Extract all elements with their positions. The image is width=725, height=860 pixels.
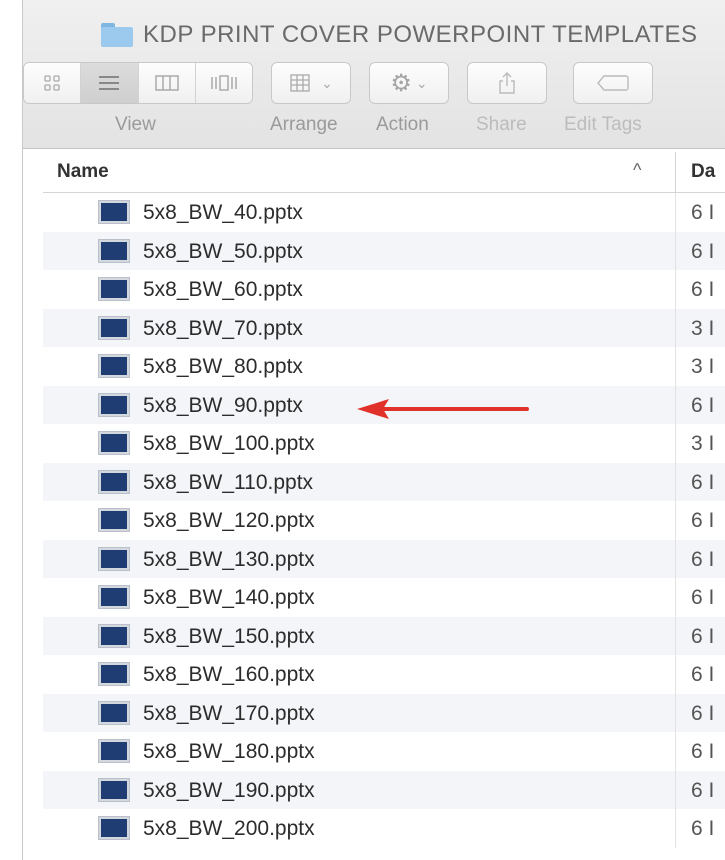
pptx-file-icon	[99, 740, 129, 762]
file-list: 5x8_BW_40.pptx 6 I 5x8_BW_50.pptx 6 I 5x8_…	[43, 193, 725, 848]
file-date: 6 I	[691, 817, 715, 840]
file-date: 6 I	[691, 393, 715, 417]
file-name: 5x8_BW_70.pptx	[143, 316, 303, 340]
arrange-label: Arrange	[270, 114, 338, 135]
pptx-file-icon	[99, 586, 129, 608]
file-date: 6 I	[691, 778, 715, 802]
pptx-file-icon	[99, 817, 129, 839]
file-name: 5x8_BW_150.pptx	[143, 624, 315, 648]
pptx-file-icon	[99, 470, 129, 493]
file-name: 5x8_BW_50.pptx	[143, 239, 303, 263]
file-name: 5x8_BW_160.pptx	[143, 663, 315, 686]
file-date: 6 I	[691, 624, 715, 648]
file-date: 6 I	[691, 470, 715, 494]
file-date: 6 I	[691, 509, 715, 532]
icon-view-icon[interactable]	[24, 63, 82, 103]
chevron-down-icon: ⌄	[415, 74, 428, 91]
column-header: Name ^ Da	[43, 152, 725, 193]
table-row[interactable]: 5x8_BW_160.pptx 6 I	[43, 655, 725, 694]
file-name: 5x8_BW_130.pptx	[143, 547, 315, 571]
file-date: 6 I	[691, 740, 715, 763]
chevron-down-icon: ⌄	[321, 74, 333, 91]
pptx-file-icon	[99, 355, 129, 377]
share-icon	[499, 72, 515, 94]
edit-tags-label: Edit Tags	[564, 114, 642, 135]
pptx-file-icon	[99, 393, 129, 416]
column-view-icon[interactable]	[138, 63, 196, 103]
sort-ascending-icon[interactable]: ^	[633, 160, 641, 181]
finder-window: KDP PRINT COVER POWERPOINT TEMPLATES Vie…	[22, 0, 725, 860]
file-date: 6 I	[691, 663, 715, 686]
arrange-icon	[290, 74, 310, 92]
file-name: 5x8_BW_60.pptx	[143, 278, 303, 301]
table-row[interactable]: 5x8_BW_100.pptx 3 I	[43, 424, 725, 463]
view-label: View	[115, 114, 156, 135]
pptx-file-icon	[99, 239, 129, 262]
file-name: 5x8_BW_110.pptx	[143, 470, 314, 494]
list-view-icon[interactable]	[81, 63, 139, 103]
action-label: Action	[376, 114, 429, 135]
share-button[interactable]	[467, 62, 547, 104]
pptx-file-icon	[99, 201, 129, 223]
file-date: 3 I	[691, 432, 715, 455]
file-name: 5x8_BW_120.pptx	[143, 509, 315, 532]
file-name: 5x8_BW_140.pptx	[143, 586, 315, 609]
file-name: 5x8_BW_170.pptx	[143, 701, 315, 725]
table-row[interactable]: 5x8_BW_110.pptx 6 I	[43, 462, 725, 501]
table-row[interactable]: 5x8_BW_190.pptx 6 I	[43, 770, 725, 809]
file-date: 6 I	[691, 586, 715, 609]
table-row[interactable]: 5x8_BW_150.pptx 6 I	[43, 616, 725, 655]
pptx-file-icon	[99, 432, 129, 454]
file-name: 5x8_BW_200.pptx	[143, 817, 315, 840]
window-title-text: KDP PRINT COVER POWERPOINT TEMPLATES	[143, 21, 698, 48]
date-column-header[interactable]: Da	[691, 161, 715, 183]
file-name: 5x8_BW_90.pptx	[143, 393, 303, 417]
action-button[interactable]: ⚙ ⌄	[369, 62, 449, 104]
file-date: 6 I	[691, 278, 715, 301]
file-name: 5x8_BW_190.pptx	[143, 778, 315, 802]
table-row[interactable]: 5x8_BW_200.pptx 6 I	[43, 809, 725, 848]
cover-flow-view-icon[interactable]	[195, 63, 252, 103]
share-label: Share	[476, 114, 527, 135]
toolbar: KDP PRINT COVER POWERPOINT TEMPLATES Vie…	[23, 0, 725, 149]
table-row[interactable]: 5x8_BW_170.pptx 6 I	[43, 693, 725, 732]
file-name: 5x8_BW_100.pptx	[143, 432, 315, 455]
column-divider[interactable]	[675, 152, 676, 192]
file-name: 5x8_BW_80.pptx	[143, 355, 303, 378]
file-date: 6 I	[691, 201, 715, 224]
file-date: 3 I	[691, 316, 715, 340]
annotation-arrow-icon	[357, 399, 529, 419]
file-date: 6 I	[691, 547, 715, 571]
table-row[interactable]: 5x8_BW_70.pptx 3 I	[43, 308, 725, 347]
table-row[interactable]: 5x8_BW_40.pptx 6 I	[43, 193, 725, 232]
pptx-file-icon	[99, 316, 129, 339]
file-date: 6 I	[691, 701, 715, 725]
table-row[interactable]: 5x8_BW_80.pptx 3 I	[43, 347, 725, 386]
folder-icon	[101, 23, 133, 47]
view-segmented-control[interactable]	[23, 62, 253, 104]
pptx-file-icon	[99, 278, 129, 300]
gear-icon: ⚙	[390, 69, 412, 97]
table-row[interactable]: 5x8_BW_130.pptx 6 I	[43, 539, 725, 578]
file-date: 3 I	[691, 355, 715, 378]
pptx-file-icon	[99, 778, 129, 801]
edit-tags-button[interactable]	[573, 62, 653, 104]
file-date: 6 I	[691, 239, 715, 263]
table-row[interactable]: 5x8_BW_180.pptx 6 I	[43, 732, 725, 771]
pptx-file-icon	[99, 701, 129, 724]
pptx-file-icon	[99, 547, 129, 570]
table-row[interactable]: 5x8_BW_60.pptx 6 I	[43, 270, 725, 309]
file-name: 5x8_BW_40.pptx	[143, 201, 303, 224]
name-column-header[interactable]: Name	[57, 161, 109, 183]
arrange-button[interactable]: ⌄	[271, 62, 351, 104]
window-title: KDP PRINT COVER POWERPOINT TEMPLATES	[101, 18, 698, 52]
pptx-file-icon	[99, 663, 129, 685]
table-row[interactable]: 5x8_BW_50.pptx 6 I	[43, 231, 725, 270]
file-name: 5x8_BW_180.pptx	[143, 740, 315, 763]
table-row[interactable]: 5x8_BW_140.pptx 6 I	[43, 578, 725, 617]
table-row[interactable]: 5x8_BW_120.pptx 6 I	[43, 501, 725, 540]
pptx-file-icon	[99, 624, 129, 647]
tag-icon	[597, 75, 629, 91]
pptx-file-icon	[99, 509, 129, 531]
